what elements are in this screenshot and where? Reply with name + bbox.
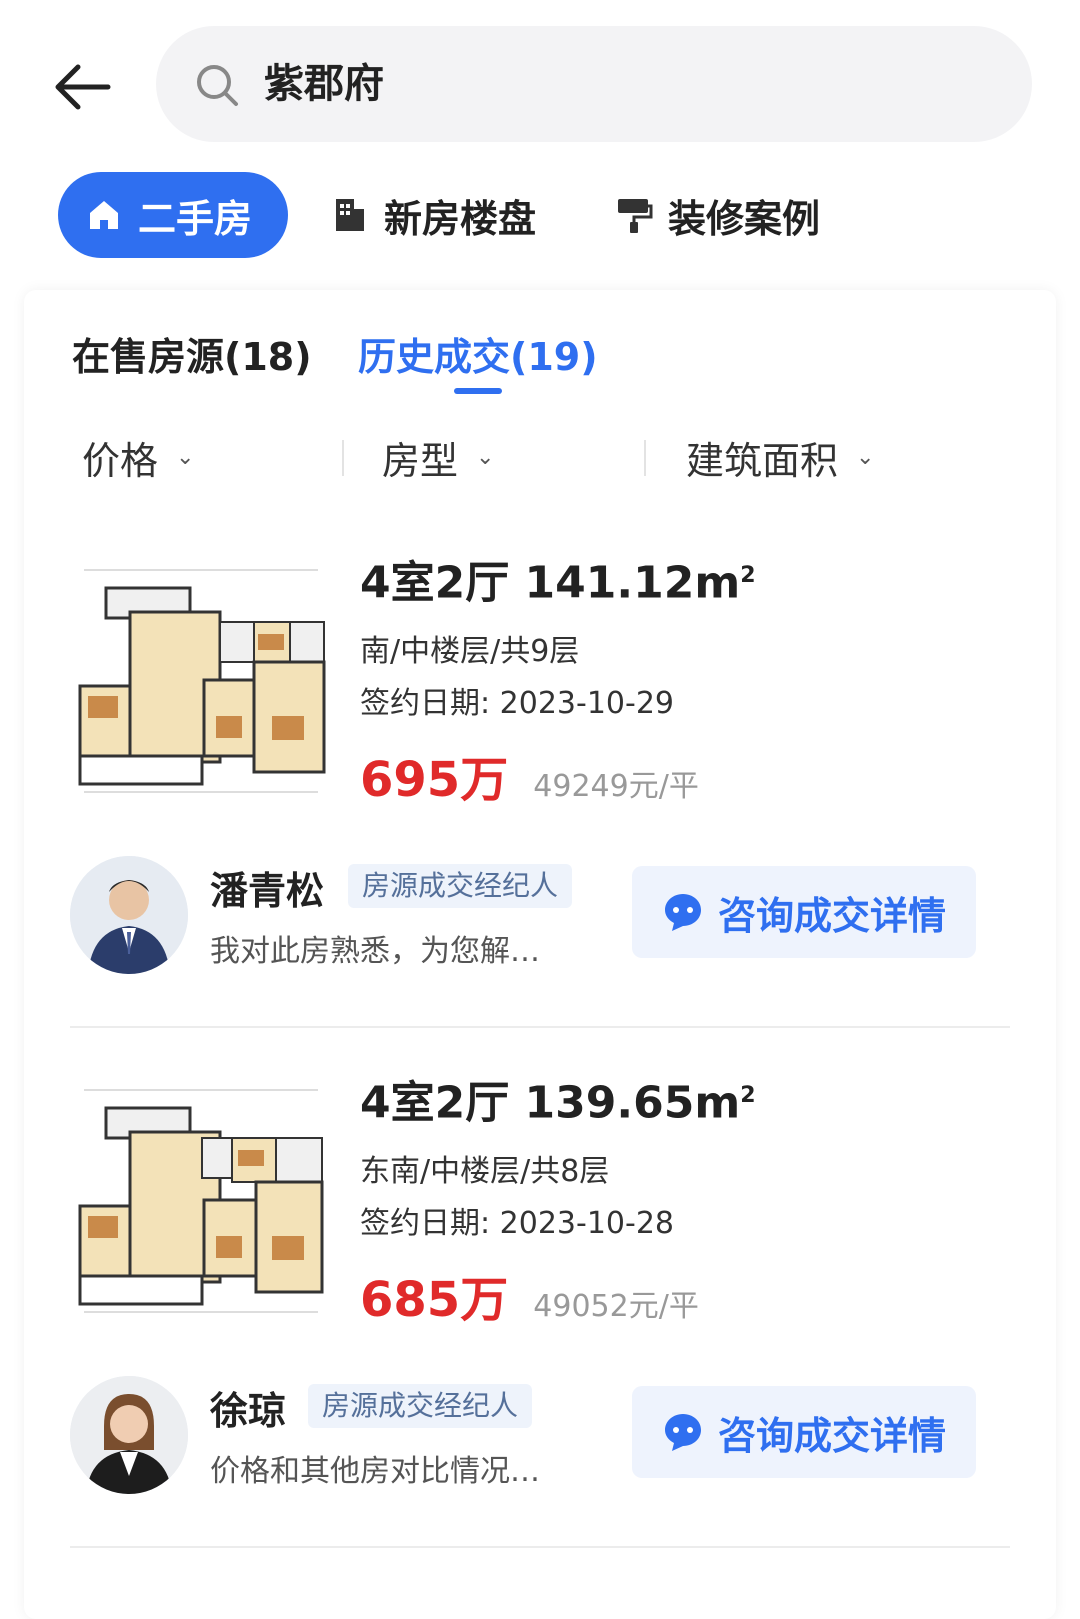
paint-roller-icon bbox=[618, 199, 653, 233]
listing-divider bbox=[70, 1546, 1010, 1548]
agent-role-badge: 房源成交经纪人 bbox=[308, 1384, 533, 1428]
category-renovation[interactable]: 装修案例 bbox=[614, 172, 820, 258]
tab-label: 在售房源(18) bbox=[72, 335, 312, 379]
listing-sign-date: 签约日期: 2023-10-28 bbox=[360, 1206, 674, 1241]
category-tabs: 二手房 新房楼盘 装修案例 bbox=[0, 172, 1080, 262]
filter-label: 房型 bbox=[382, 438, 459, 483]
tab-history-deals[interactable]: 历史成交(19) bbox=[358, 326, 598, 394]
total-price: 685万 bbox=[360, 1272, 509, 1328]
search-icon bbox=[197, 65, 238, 106]
listing-title: 4室2厅 139.65m2 bbox=[360, 1077, 756, 1129]
consult-label: 咨询成交详情 bbox=[717, 1413, 946, 1458]
floor-plan-image bbox=[76, 1076, 326, 1326]
agent-role-badge: 房源成交经纪人 bbox=[348, 864, 573, 908]
consult-label: 咨询成交详情 bbox=[717, 893, 946, 938]
listing-card[interactable]: 4室2厅 141.12m2 南/中楼层/共9层 签约日期: 2023-10-29… bbox=[24, 546, 1056, 1066]
back-arrow-icon[interactable] bbox=[48, 52, 118, 122]
results-panel: 在售房源(18) 历史成交(19) 价格 ⌄ 房型 ⌄ 建筑面积 ⌄ 4室2厅 … bbox=[24, 290, 1056, 1619]
unit-price: 49249元/平 bbox=[533, 769, 699, 804]
total-price: 695万 bbox=[360, 752, 509, 808]
category-label: 二手房 bbox=[138, 196, 253, 241]
tab-underline bbox=[453, 388, 502, 394]
category-label: 新房楼盘 bbox=[384, 196, 537, 241]
search-query: 紫郡府 bbox=[264, 61, 384, 107]
chat-bubble-icon bbox=[664, 1414, 701, 1451]
listing-price: 695万 49249元/平 bbox=[360, 740, 699, 810]
filter-label: 建筑面积 bbox=[686, 438, 839, 483]
tab-label: 历史成交(19) bbox=[358, 335, 598, 379]
home-icon bbox=[90, 201, 118, 229]
filter-bar: 价格 ⌄ 房型 ⌄ 建筑面积 ⌄ bbox=[24, 420, 1056, 494]
chat-bubble-icon bbox=[664, 894, 701, 931]
filter-layout[interactable]: 房型 ⌄ bbox=[382, 420, 494, 494]
avatar[interactable] bbox=[70, 856, 188, 974]
search-input[interactable]: 紫郡府 bbox=[156, 26, 1032, 142]
category-label: 装修案例 bbox=[668, 196, 821, 241]
listing-divider bbox=[70, 1026, 1010, 1028]
filter-divider bbox=[644, 440, 646, 476]
filter-price[interactable]: 价格 ⌄ bbox=[82, 420, 194, 494]
listing-orientation: 东南/中楼层/共8层 bbox=[360, 1154, 610, 1189]
listing-card[interactable]: 4室2厅 139.65m2 东南/中楼层/共8层 签约日期: 2023-10-2… bbox=[24, 1066, 1056, 1586]
filter-area[interactable]: 建筑面积 ⌄ bbox=[686, 420, 874, 494]
floor-plan-image bbox=[76, 556, 326, 806]
listing-title: 4室2厅 141.12m2 bbox=[360, 557, 756, 609]
chevron-down-icon: ⌄ bbox=[856, 444, 875, 470]
chevron-down-icon: ⌄ bbox=[476, 444, 495, 470]
agent-row: 徐琼 房源成交经纪人 价格和其他房对比情况… 咨询成交详情 bbox=[70, 1376, 1010, 1496]
listing-price: 685万 49052元/平 bbox=[360, 1260, 699, 1330]
tab-on-sale[interactable]: 在售房源(18) bbox=[72, 326, 312, 381]
agent-name: 徐琼 bbox=[210, 1389, 287, 1433]
filter-divider bbox=[342, 440, 344, 476]
agent-row: 潘青松 房源成交经纪人 我对此房熟悉，为您解… 咨询成交详情 bbox=[70, 856, 1010, 976]
filter-label: 价格 bbox=[82, 438, 159, 483]
category-second-hand[interactable]: 二手房 bbox=[58, 172, 289, 258]
unit-price: 49052元/平 bbox=[533, 1289, 699, 1324]
agent-description: 我对此房熟悉，为您解… bbox=[210, 934, 540, 969]
consult-deal-button[interactable]: 咨询成交详情 bbox=[632, 1386, 976, 1478]
top-bar: 紫郡府 二手房 新房楼盘 装修案例 bbox=[0, 0, 1080, 290]
listing-orientation: 南/中楼层/共9层 bbox=[360, 634, 580, 669]
consult-deal-button[interactable]: 咨询成交详情 bbox=[632, 866, 976, 958]
avatar[interactable] bbox=[70, 1376, 188, 1494]
chevron-down-icon: ⌄ bbox=[176, 444, 195, 470]
building-icon bbox=[336, 199, 364, 231]
agent-description: 价格和其他房对比情况… bbox=[210, 1454, 540, 1489]
category-new-homes[interactable]: 新房楼盘 bbox=[330, 172, 536, 258]
agent-name: 潘青松 bbox=[210, 869, 325, 913]
listing-sign-date: 签约日期: 2023-10-29 bbox=[360, 686, 674, 721]
